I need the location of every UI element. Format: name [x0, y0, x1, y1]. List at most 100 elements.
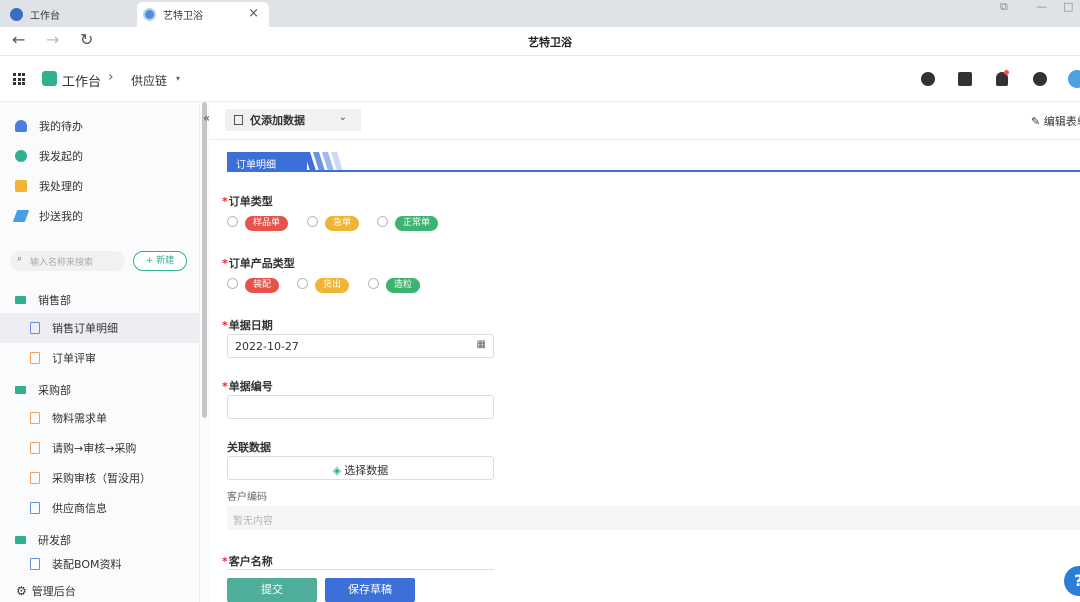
- sidebar-item-requisition[interactable]: 请购→审核→采购: [0, 433, 200, 463]
- sidebar-item-todo[interactable]: 我的待办: [15, 118, 83, 134]
- radio-assembly[interactable]: [227, 278, 238, 289]
- caret-down-icon[interactable]: ▾: [176, 74, 180, 83]
- edit-form-button[interactable]: ✎ 编辑表单: [1031, 113, 1080, 129]
- folder-icon: [15, 386, 26, 394]
- play-icon: [15, 150, 27, 162]
- sidebar-item-sales-order[interactable]: 销售订单明细: [0, 313, 200, 343]
- maximize-icon[interactable]: □: [1063, 0, 1073, 13]
- filter-label: 仅添加数据: [250, 114, 305, 127]
- app-grid-icon[interactable]: [13, 73, 25, 85]
- browser-tab-workspace[interactable]: 工作台: [6, 2, 134, 27]
- document-icon: [30, 558, 40, 570]
- sidebar-search-input[interactable]: ⌕ 输入名称来搜索: [10, 251, 125, 271]
- radio-normal[interactable]: [377, 216, 388, 227]
- sidebar-item-label: 我发起的: [39, 150, 83, 163]
- bell-icon: [15, 120, 27, 132]
- window-title: 艺特卫浴: [528, 36, 572, 49]
- tab-label: 工作台: [30, 11, 60, 22]
- search-icon: ⌕: [17, 254, 23, 264]
- minimize-icon[interactable]: —: [1036, 0, 1047, 13]
- field-label-order-type: *订单类型: [222, 195, 273, 208]
- field-label-doc-number: *单据编号: [222, 380, 273, 393]
- section-stripes: [304, 152, 343, 171]
- compass-icon[interactable]: [921, 72, 935, 86]
- sidebar-item-label: 物料需求单: [52, 412, 107, 425]
- document-icon: [234, 115, 243, 125]
- section-divider: [227, 170, 1080, 172]
- sidebar-item-initiated[interactable]: 我发起的: [15, 148, 83, 164]
- submit-button[interactable]: 提交: [227, 578, 317, 602]
- option-assembly[interactable]: 装配: [245, 278, 280, 293]
- save-draft-button[interactable]: 保存草稿: [325, 578, 415, 602]
- radio-sample[interactable]: [227, 216, 238, 227]
- sidebar-item-purchase-review[interactable]: 采购审核（暂没用）: [0, 463, 200, 493]
- folder-label: 研发部: [38, 534, 71, 547]
- folder-sales[interactable]: 销售部: [15, 292, 71, 308]
- sidebar-item-order-review[interactable]: 订单评审: [0, 343, 200, 373]
- sidebar-item-bom[interactable]: 装配BOM资料: [0, 553, 200, 575]
- edit-form-label: 编辑表单: [1043, 115, 1080, 128]
- folder-icon: [15, 296, 26, 304]
- tag-icon: ◈: [332, 464, 342, 477]
- new-button[interactable]: + 新建: [133, 251, 187, 271]
- section-tab-order-detail: 订单明细: [227, 152, 307, 171]
- close-icon[interactable]: ×: [248, 6, 259, 21]
- data-filter-dropdown[interactable]: 仅添加数据 ⌄: [225, 109, 361, 131]
- admin-label: 管理后台: [31, 585, 76, 598]
- sidebar-scrollbar[interactable]: [200, 102, 209, 602]
- sidebar-item-cc[interactable]: 抄送我的: [12, 208, 83, 224]
- folder-icon: [15, 536, 26, 544]
- gear-icon: ⚙: [16, 584, 27, 598]
- folder-label: 销售部: [38, 294, 71, 307]
- folder-purchasing[interactable]: 采购部: [15, 382, 71, 398]
- date-value: 2022-10-27: [235, 340, 299, 353]
- option-urgent[interactable]: 急单: [325, 216, 360, 231]
- folder-label: 采购部: [38, 384, 71, 397]
- field-label-customer-code: 客户编码: [227, 492, 267, 503]
- document-icon: [30, 352, 40, 364]
- admin-link[interactable]: ⚙ 管理后台: [16, 583, 76, 599]
- sidebar-item-handled[interactable]: 我处理的: [15, 178, 83, 194]
- date-input[interactable]: 2022-10-27 ▦: [227, 334, 494, 358]
- app-switcher[interactable]: 供应链: [131, 72, 167, 89]
- sidebar-item-material-demand[interactable]: 物料需求单: [0, 403, 200, 433]
- radio-granulation[interactable]: [368, 278, 379, 289]
- option-shipment[interactable]: 货出: [315, 278, 350, 293]
- option-normal[interactable]: 正常单: [395, 216, 439, 231]
- option-sample[interactable]: 样品单: [245, 216, 289, 231]
- help-icon[interactable]: [1033, 72, 1047, 86]
- sidebar-item-label: 请购→审核→采购: [52, 442, 137, 455]
- app-logo-icon: [143, 8, 156, 21]
- sidebar-item-supplier-info[interactable]: 供应商信息: [0, 493, 200, 523]
- customer-code-field: 暂无内容: [227, 506, 1080, 530]
- select-data-button[interactable]: ◈ 选择数据: [227, 456, 494, 480]
- restore-icon[interactable]: ⧉: [1000, 0, 1008, 14]
- radio-urgent[interactable]: [307, 216, 318, 227]
- calendar-icon[interactable]: ▦: [477, 339, 486, 350]
- check-icon: [15, 180, 27, 192]
- field-label-product-type: *订单产品类型: [222, 257, 295, 270]
- browser-tab-active[interactable]: 艺特卫浴 ×: [137, 2, 269, 27]
- avatar[interactable]: [1068, 70, 1080, 88]
- search-placeholder: 输入名称来搜索: [30, 258, 94, 268]
- radio-shipment[interactable]: [297, 278, 308, 289]
- workspace-icon: [42, 71, 57, 86]
- document-icon: [30, 412, 40, 424]
- notification-dot: [1004, 70, 1009, 75]
- select-data-label: 选择数据: [344, 464, 389, 477]
- document-icon: [30, 442, 40, 454]
- pencil-icon: ✎: [1031, 115, 1044, 128]
- book-icon[interactable]: [958, 72, 972, 86]
- sidebar-item-label: 我的待办: [39, 120, 83, 133]
- folder-rd[interactable]: 研发部: [15, 532, 71, 548]
- doc-number-input[interactable]: [227, 395, 494, 419]
- option-granulation[interactable]: 造粒: [386, 278, 421, 293]
- workspace-link[interactable]: 工作台: [62, 71, 101, 90]
- tab-label: 艺特卫浴: [163, 11, 203, 22]
- send-icon: [12, 210, 30, 222]
- document-icon: [30, 472, 40, 484]
- field-label-date: *单据日期: [222, 319, 273, 332]
- sidebar-item-label: 采购审核（暂没用）: [52, 472, 151, 485]
- divider: [209, 139, 1080, 140]
- sidebar-item-label: 供应商信息: [52, 502, 107, 515]
